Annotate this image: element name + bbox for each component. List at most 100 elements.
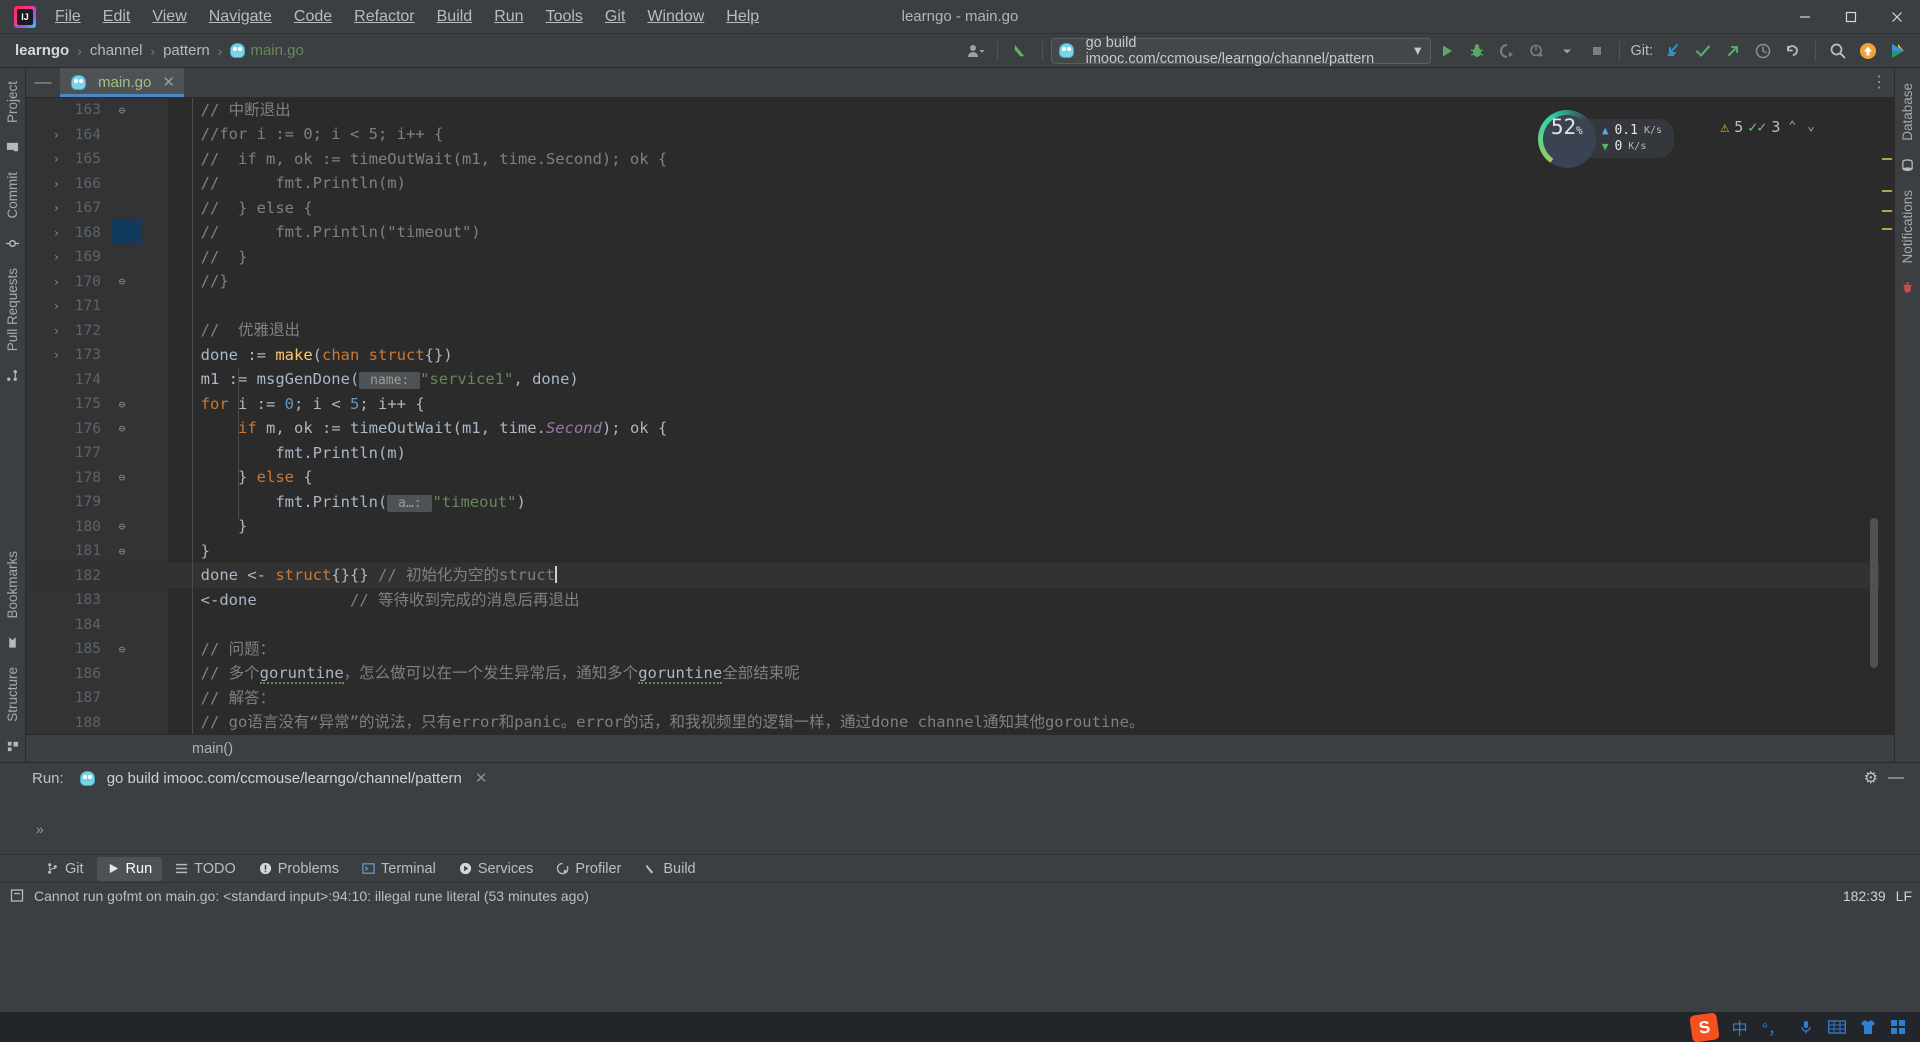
run-output-area[interactable]: » [0, 793, 1920, 853]
editor-marker-bar[interactable] [1880, 97, 1894, 735]
run-session-tab[interactable]: go build imooc.com/ccmouse/learngo/chann… [71, 765, 510, 796]
git-update-project-icon[interactable] [1659, 38, 1687, 64]
close-run-session-icon[interactable]: ✕ [475, 769, 488, 787]
collapse-tabs-button[interactable]: — [26, 68, 60, 97]
tool-window-run[interactable]: Run [96, 856, 163, 881]
next-problem-icon[interactable]: ⌄ [1804, 119, 1818, 134]
tool-window-problems[interactable]: Problems [249, 857, 349, 881]
sogou-ime-logo-icon[interactable]: S [1688, 1011, 1720, 1042]
skin-icon[interactable] [1860, 1019, 1876, 1035]
pull-request-icon[interactable] [2, 360, 23, 391]
editor-tab-main-go[interactable]: main.go ✕ [60, 68, 184, 97]
gutter-line-188[interactable]: 188 [26, 710, 168, 735]
tool-window-services[interactable]: Services [449, 857, 544, 881]
code-line-178[interactable]: } else { [168, 465, 1880, 490]
code-text-area[interactable]: // 中断退出 //for i := 0; i < 5; i++ { // if… [168, 97, 1880, 735]
sidebar-item-bookmarks[interactable]: Bookmarks [1, 542, 24, 628]
editor-vertical-scrollbar[interactable] [1870, 517, 1878, 668]
expand-run-output-icon[interactable]: » [36, 821, 44, 837]
sidebar-item-database[interactable]: Database [1896, 74, 1919, 150]
gutter-line-178[interactable]: 178 ⊖ [26, 465, 168, 490]
code-line-183[interactable]: <-done // 等待收到完成的消息后再退出 [168, 588, 1880, 613]
tool-window-profiler[interactable]: Profiler [546, 857, 631, 881]
fold-marker-icon[interactable]: ⊖ [110, 398, 134, 411]
memory-network-widget[interactable]: 52 % ▲ 0.1 K/s ▼ 0 K/s [1537, 109, 1674, 168]
gutter-line-165[interactable]: › 165 [26, 147, 168, 172]
code-line-167[interactable]: // } else { [168, 196, 1880, 221]
menu-help[interactable]: Help [715, 3, 770, 31]
code-line-181[interactable]: } [168, 539, 1880, 564]
code-line-176[interactable]: if m, ok := timeOutWait(m1, time.Second)… [168, 416, 1880, 441]
breadcrumb-file[interactable]: main.go [223, 40, 310, 61]
gutter-line-166[interactable]: › 166 [26, 171, 168, 196]
profile-button[interactable] [1523, 38, 1551, 64]
code-line-172[interactable]: // 优雅退出 [168, 318, 1880, 343]
gutter-line-175[interactable]: 175 ⊖ [26, 392, 168, 417]
more-run-options-icon[interactable] [1553, 38, 1581, 64]
code-line-186[interactable]: // 多个goruntine，怎么做可以在一个发生异常后，通知多个gorunti… [168, 661, 1880, 686]
git-push-icon[interactable] [1719, 38, 1747, 64]
ime-mode-chinese[interactable]: 中 [1732, 1015, 1748, 1039]
code-breadcrumb-bar[interactable]: main() [26, 734, 1894, 762]
gutter-line-176[interactable]: 176 ⊖ [26, 416, 168, 441]
code-line-175[interactable]: for i := 0; i < 5; i++ { [168, 392, 1880, 417]
menu-navigate[interactable]: Navigate [198, 3, 283, 31]
fold-marker-icon[interactable]: ⊖ [110, 471, 134, 484]
menu-window[interactable]: Window [636, 3, 715, 31]
code-line-173[interactable]: done := make(chan struct{}) [168, 343, 1880, 368]
breadcrumb-project[interactable]: learngo [8, 40, 76, 61]
ai-assistant-icon[interactable] [1884, 38, 1912, 64]
gutter-line-183[interactable]: 183 [26, 588, 168, 613]
gutter-line-163[interactable]: 163 ⊖ [26, 98, 168, 123]
gutter-line-182[interactable]: 182 [26, 563, 168, 588]
ime-punctuation-toggle[interactable]: °， [1762, 1015, 1784, 1039]
menu-refactor[interactable]: Refactor [343, 3, 425, 31]
menu-code[interactable]: Code [283, 3, 343, 31]
debug-button[interactable] [1463, 38, 1491, 64]
gutter-line-174[interactable]: 174 [26, 367, 168, 392]
tool-window-terminal[interactable]: Terminal [352, 857, 446, 881]
close-tab-icon[interactable]: ✕ [162, 73, 175, 91]
close-button[interactable] [1874, 0, 1920, 34]
project-folder-icon[interactable] [2, 132, 23, 163]
code-line-169[interactable]: // } [168, 245, 1880, 270]
event-log-icon[interactable] [10, 888, 25, 903]
inspection-widget[interactable]: ⚠ 5 ✓✓ 3 ⌃ ⌄ [1720, 118, 1818, 136]
tool-window-todo[interactable]: TODO [165, 857, 246, 881]
menu-edit[interactable]: Edit [92, 3, 142, 31]
gutter-line-187[interactable]: 187 [26, 686, 168, 711]
database-icon[interactable] [1897, 150, 1918, 181]
gutter-line-170[interactable]: › 170 ⊖ [26, 269, 168, 294]
gutter-line-177[interactable]: 177 [26, 441, 168, 466]
caret-position[interactable]: 182:39 [1843, 888, 1886, 904]
structure-icon[interactable] [2, 731, 23, 762]
git-history-icon[interactable] [1749, 38, 1777, 64]
gutter-line-186[interactable]: 186 [26, 661, 168, 686]
run-configuration-selector[interactable]: go build imooc.com/ccmouse/learngo/chann… [1051, 35, 1432, 67]
code-line-174[interactable]: m1 := msgGenDone( name: "service1", done… [168, 367, 1880, 392]
tool-window-git[interactable]: Git [36, 857, 94, 881]
git-rollback-icon[interactable] [1779, 38, 1807, 64]
notifications-bell-icon[interactable] [1897, 272, 1918, 303]
sidebar-item-structure[interactable]: Structure [1, 658, 24, 731]
gutter-line-169[interactable]: › 169 [26, 245, 168, 270]
gutter-line-168[interactable]: › 168 [26, 220, 168, 245]
apps-icon[interactable] [1890, 1019, 1906, 1035]
editor-options-icon[interactable]: ⋮ [1864, 68, 1894, 97]
line-separator[interactable]: LF [1896, 888, 1912, 904]
sidebar-item-project[interactable]: Project [1, 72, 24, 132]
sidebar-item-notifications[interactable]: Notifications [1896, 181, 1919, 273]
fold-marker-icon[interactable]: ⊖ [110, 520, 134, 533]
gutter-line-181[interactable]: 181 ⊖ [26, 539, 168, 564]
gutter-line-164[interactable]: › 164 [26, 122, 168, 147]
editor-gutter[interactable]: 163 ⊖ › 164 › 165 › 166 › 167 › 168 › 169 › 170 ⊖ › 171 › 17… [26, 97, 168, 735]
fold-marker-icon[interactable]: ⊖ [110, 422, 134, 435]
bookmarks-icon[interactable] [2, 627, 23, 658]
fold-marker-icon[interactable]: ⊖ [110, 643, 134, 656]
breadcrumb-pattern[interactable]: pattern [156, 40, 217, 61]
gutter-line-185[interactable]: 185 ⊖ [26, 637, 168, 662]
stop-button[interactable] [1583, 38, 1611, 64]
run-button[interactable] [1433, 38, 1461, 64]
menu-view[interactable]: View [141, 3, 197, 31]
gutter-line-179[interactable]: 179 [26, 490, 168, 515]
